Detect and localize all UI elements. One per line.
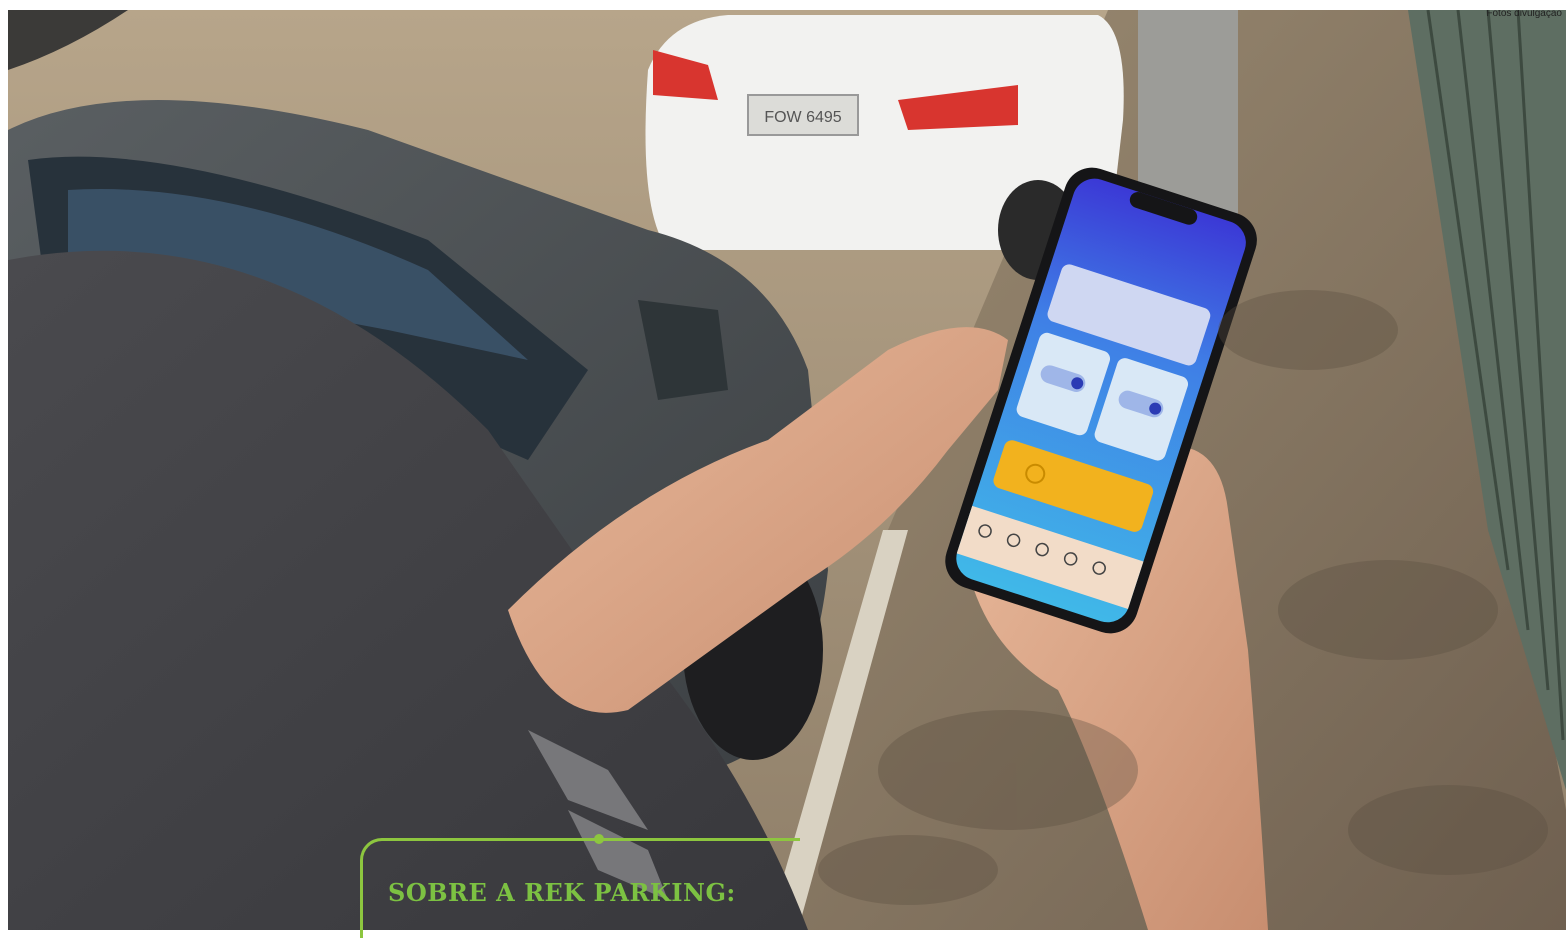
caption-box: SOBRE A REK PARKING: bbox=[360, 834, 800, 938]
photo-credit: Fotos divulgação bbox=[1486, 10, 1562, 19]
photo: FOW 6495 Fotos divulgação bbox=[8, 10, 1566, 930]
caption-dot bbox=[594, 834, 604, 844]
caption-title: SOBRE A REK PARKING: bbox=[388, 878, 736, 907]
license-plate: FOW 6495 bbox=[764, 109, 841, 126]
street-scene: FOW 6495 bbox=[8, 10, 1566, 930]
